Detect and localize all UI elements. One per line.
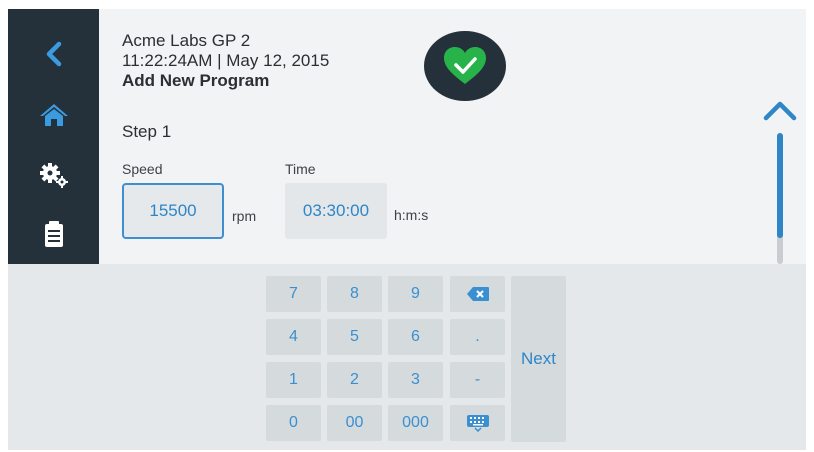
key-2[interactable]: 2 (327, 362, 382, 398)
key-3[interactable]: 3 (388, 362, 443, 398)
programs-button[interactable] (8, 206, 99, 262)
home-icon (39, 104, 68, 126)
speed-input[interactable]: 15500 (122, 183, 224, 239)
scroll-up-button[interactable] (761, 97, 799, 123)
time-unit: h:m:s (394, 207, 429, 223)
speed-unit: rpm (232, 208, 257, 224)
key-9[interactable]: 9 (388, 276, 443, 312)
chevron-up-icon (763, 101, 797, 121)
key-5[interactable]: 5 (327, 319, 382, 355)
home-button[interactable] (8, 87, 99, 143)
keyboard-toggle-key[interactable] (450, 405, 505, 441)
heart-check-icon (444, 47, 486, 84)
back-button[interactable] (8, 26, 99, 82)
backspace-icon (466, 287, 489, 301)
app-screen: Acme Labs GP 2 11:22:24AM | May 12, 2015… (8, 9, 806, 450)
key-dot[interactable]: . (450, 319, 505, 355)
key-6[interactable]: 6 (388, 319, 443, 355)
key-7[interactable]: 7 (266, 276, 321, 312)
backspace-key[interactable] (450, 276, 505, 312)
speed-label: Speed (122, 161, 163, 177)
gears-icon (39, 163, 68, 188)
time-input[interactable]: 03:30:00 (285, 183, 387, 239)
keyboard-icon (466, 415, 489, 432)
header: Acme Labs GP 2 11:22:24AM | May 12, 2015… (122, 31, 329, 91)
key-0[interactable]: 0 (266, 405, 321, 441)
status-indicator (424, 31, 506, 101)
next-button[interactable]: Next (511, 276, 566, 442)
datetime: 11:22:24AM | May 12, 2015 (122, 51, 330, 70)
device-name: Acme Labs GP 2 (122, 31, 251, 50)
step-title: Step 1 (122, 122, 172, 141)
key-00[interactable]: 00 (327, 405, 382, 441)
settings-button[interactable] (8, 147, 99, 203)
numeric-keypad: 7 8 9 4 5 6 . 1 2 3 - 0 00 000 Next (8, 264, 806, 450)
page-title: Add New Program (122, 71, 270, 90)
scrollbar-thumb[interactable] (777, 133, 783, 238)
clipboard-icon (44, 221, 63, 247)
key-4[interactable]: 4 (266, 319, 321, 355)
key-000[interactable]: 000 (388, 405, 443, 441)
time-label: Time (285, 161, 316, 177)
sidebar (8, 9, 99, 264)
key-1[interactable]: 1 (266, 362, 321, 398)
back-chevron-icon (46, 41, 61, 67)
key-minus[interactable]: - (450, 362, 505, 398)
key-8[interactable]: 8 (327, 276, 382, 312)
